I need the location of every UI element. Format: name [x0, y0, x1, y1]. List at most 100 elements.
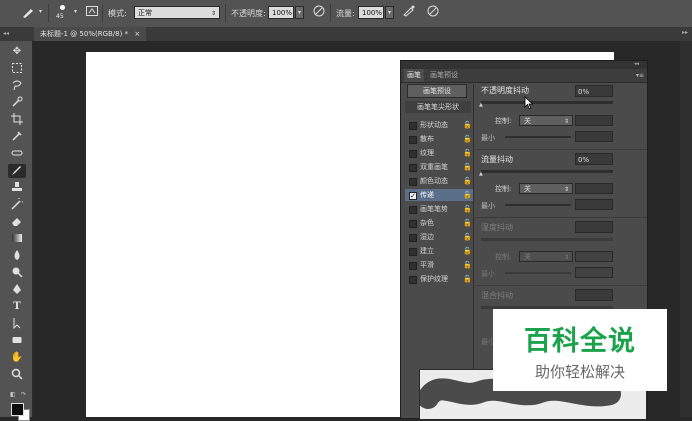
lock-icon[interactable]: 🔓: [463, 133, 472, 145]
checkbox[interactable]: [409, 136, 417, 144]
lock-icon[interactable]: 🔓: [463, 273, 472, 285]
list-item-color-dynamics[interactable]: 颜色动态 🔓: [405, 175, 473, 187]
brush-tool-icon[interactable]: [8, 164, 26, 178]
lock-icon[interactable]: 🔓: [463, 245, 472, 257]
list-item-brush-pose[interactable]: 画笔笔势 🔓: [405, 203, 473, 215]
pen-tool-icon[interactable]: [8, 283, 26, 297]
brush-picker-dropdown[interactable]: ▾: [71, 6, 80, 19]
mode-value: 正常: [138, 9, 152, 17]
default-colors-icon[interactable]: ◧: [10, 391, 16, 398]
checkbox[interactable]: [409, 122, 417, 130]
list-item-transfer[interactable]: ✓ 传递 🔓: [405, 189, 473, 201]
flow-dropdown[interactable]: ▾: [385, 6, 394, 19]
crop-tool-icon[interactable]: [8, 113, 26, 127]
pressure-size-icon[interactable]: [425, 4, 441, 20]
checkbox[interactable]: [409, 164, 417, 172]
close-tab-icon[interactable]: ×: [134, 30, 140, 38]
lock-icon[interactable]: 🔓: [463, 147, 472, 159]
slider-thumb-icon[interactable]: ▲: [479, 102, 483, 108]
lock-icon[interactable]: 🔓: [463, 119, 472, 131]
checkbox-checked[interactable]: ✓: [409, 192, 417, 200]
eraser-tool-icon[interactable]: [8, 215, 26, 229]
checkbox[interactable]: [409, 150, 417, 158]
brush-picker[interactable]: 45: [55, 3, 71, 23]
flow-control-input[interactable]: [575, 183, 613, 194]
hand-tool-icon[interactable]: ✋: [8, 351, 26, 365]
list-item-noise[interactable]: 杂色 🔓: [405, 217, 473, 229]
vertical-scrollbar[interactable]: [680, 41, 692, 417]
zoom-tool-icon[interactable]: [8, 368, 26, 382]
gradient-tool-icon[interactable]: [8, 232, 26, 246]
brush-tool-preset-icon[interactable]: [20, 4, 36, 20]
opacity-control-select[interactable]: 关 ⇕: [519, 115, 573, 126]
lock-icon[interactable]: 🔓: [463, 161, 472, 173]
list-item-protect-texture[interactable]: 保护纹理 🔓: [405, 273, 473, 285]
opacity-jitter-slider[interactable]: [481, 101, 613, 104]
quick-select-tool-icon[interactable]: [8, 96, 26, 110]
flow-min-input[interactable]: [575, 199, 613, 210]
wetness-control-input: [575, 251, 613, 262]
healing-brush-tool-icon[interactable]: [8, 147, 26, 161]
list-item-wet-edges[interactable]: 湿边 🔓: [405, 231, 473, 243]
type-tool-icon[interactable]: T: [8, 300, 26, 314]
brush-panel-toggle-icon[interactable]: [84, 4, 100, 20]
eyedropper-tool-icon[interactable]: [8, 130, 26, 144]
list-item-shape-dynamics[interactable]: 形状动态 🔓: [405, 119, 473, 131]
opacity-min-slider[interactable]: [505, 136, 571, 138]
brush-tip-shape-item[interactable]: 画笔笔尖形状: [405, 101, 471, 113]
lock-icon[interactable]: 🔓: [463, 217, 472, 229]
panel-collapse-icon[interactable]: ◂◂: [634, 61, 639, 67]
flow-jitter-input[interactable]: 0%: [575, 153, 613, 165]
checkbox[interactable]: [409, 248, 417, 256]
clone-stamp-tool-icon[interactable]: [8, 181, 26, 195]
opacity-dropdown[interactable]: ▾: [295, 6, 304, 19]
expand-panels-icon[interactable]: ▸▸: [682, 29, 688, 36]
list-item-build-up[interactable]: 建立 🔓: [405, 245, 473, 257]
blur-tool-icon[interactable]: [8, 249, 26, 263]
dodge-tool-icon[interactable]: [8, 266, 26, 280]
opacity-control-input[interactable]: [575, 115, 613, 126]
marquee-tool-icon[interactable]: [8, 62, 26, 76]
list-item-smoothing[interactable]: 平滑 🔓: [405, 259, 473, 271]
foreground-color-swatch[interactable]: [11, 403, 24, 416]
swap-colors-icon[interactable]: ↷: [21, 391, 26, 398]
collapse-toolbar-icon[interactable]: ◂◂: [3, 30, 9, 37]
tab-brush-presets[interactable]: 画笔预设: [427, 69, 461, 82]
flow-input[interactable]: 100%: [358, 6, 384, 19]
mode-select[interactable]: 正常 ⇕: [134, 6, 220, 19]
checkbox[interactable]: [409, 206, 417, 214]
list-item-dual-brush[interactable]: 双重画笔 🔓: [405, 161, 473, 173]
checkbox[interactable]: [409, 276, 417, 284]
pressure-opacity-icon[interactable]: [311, 4, 327, 20]
flow-control-select[interactable]: 关 ⇕: [519, 183, 573, 194]
lock-icon[interactable]: 🔓: [463, 231, 472, 243]
shape-tool-icon[interactable]: [8, 334, 26, 348]
lock-icon[interactable]: 🔓: [463, 189, 472, 201]
airbrush-icon[interactable]: [401, 4, 417, 20]
document-tab[interactable]: 未标题-1 @ 50%(RGB/8) * ×: [34, 27, 147, 41]
opacity-input[interactable]: 100%: [268, 6, 294, 19]
brush-presets-button[interactable]: 画笔预设: [407, 84, 467, 98]
panel-header[interactable]: ◂◂: [401, 61, 647, 69]
history-brush-tool-icon[interactable]: [8, 195, 26, 212]
move-tool-icon[interactable]: ✥: [8, 45, 26, 59]
checkbox[interactable]: [409, 178, 417, 186]
checkbox[interactable]: [409, 220, 417, 228]
flow-jitter-slider[interactable]: [481, 170, 613, 173]
panel-menu-icon[interactable]: ▾≡: [636, 69, 644, 82]
list-item-texture[interactable]: 纹理 🔓: [405, 147, 473, 159]
checkbox[interactable]: [409, 234, 417, 242]
lock-icon[interactable]: 🔓: [463, 175, 472, 187]
lasso-tool-icon[interactable]: [8, 79, 26, 93]
opacity-jitter-input[interactable]: 0%: [575, 85, 613, 97]
tab-brush[interactable]: 画笔: [404, 69, 424, 82]
slider-thumb-icon[interactable]: ▲: [479, 171, 483, 177]
opacity-min-input[interactable]: [575, 131, 613, 142]
flow-min-slider[interactable]: [505, 204, 571, 206]
path-select-tool-icon[interactable]: [8, 317, 26, 331]
list-item-scattering[interactable]: 散布 🔓: [405, 133, 473, 145]
lock-icon[interactable]: 🔓: [463, 259, 472, 271]
lock-icon[interactable]: 🔓: [463, 203, 472, 215]
checkbox[interactable]: [409, 262, 417, 270]
tool-preset-dropdown[interactable]: ▾: [36, 6, 45, 19]
